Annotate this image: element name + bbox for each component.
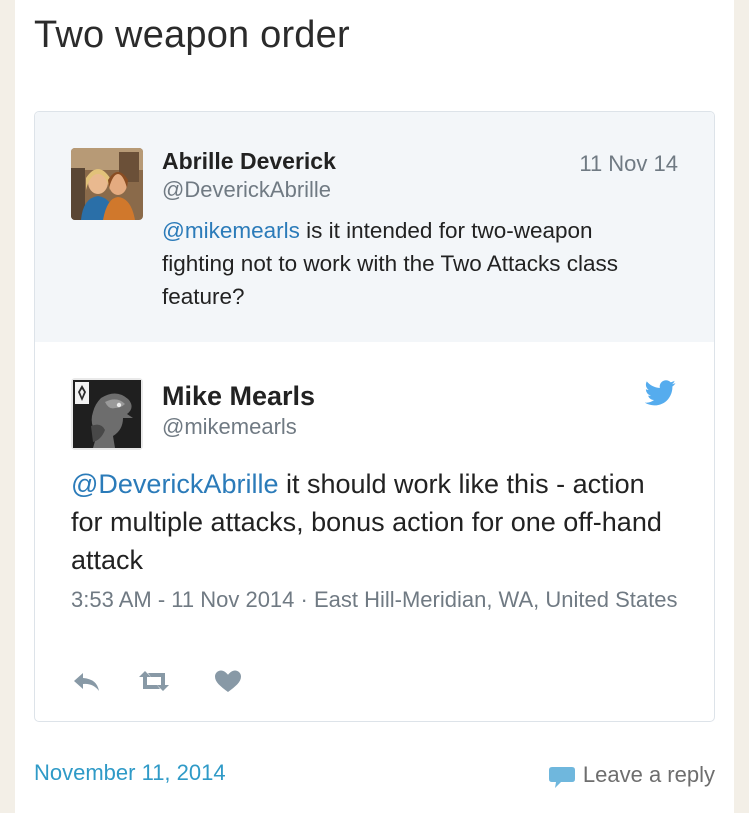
twitter-bird-icon[interactable] — [645, 380, 676, 406]
abrille-avatar[interactable] — [71, 148, 143, 220]
retweet-icon[interactable] — [137, 667, 171, 695]
quoted-author-handle[interactable]: @DeverickAbrille — [162, 177, 331, 203]
mike-mearls-avatar[interactable] — [71, 378, 143, 450]
quoted-tweet-date[interactable]: 11 Nov 14 — [579, 151, 678, 177]
tweet-embed[interactable]: Abrille Deverick @DeverickAbrille 11 Nov… — [34, 111, 715, 722]
leave-reply-link[interactable]: Leave a reply — [548, 760, 715, 790]
quoted-author-name[interactable]: Abrille Deverick — [162, 148, 336, 175]
mention-link[interactable]: @DeverickAbrille — [71, 469, 278, 499]
tweet-text: @DeverickAbrille it should work like thi… — [71, 465, 681, 579]
post-title: Two weapon order — [34, 14, 350, 56]
tweet-author-name[interactable]: Mike Mearls — [162, 381, 315, 412]
tweet-author-handle[interactable]: @mikemearls — [162, 414, 297, 440]
quoted-tweet-text: @mikemearls is it intended for two-weapo… — [162, 214, 662, 313]
comment-bubble-icon — [548, 767, 575, 788]
mention-link[interactable]: @mikemearls — [162, 218, 300, 243]
leave-reply-label[interactable]: Leave a reply — [583, 762, 715, 788]
tweet-timestamp-location[interactable]: 3:53 AM - 11 Nov 2014 · East Hill-Meridi… — [71, 584, 681, 616]
like-icon[interactable] — [211, 667, 245, 695]
post-container: Two weapon order Abrille Deverick @Dever… — [15, 0, 734, 813]
reply-icon[interactable] — [71, 667, 105, 695]
quoted-tweet[interactable]: Abrille Deverick @DeverickAbrille 11 Nov… — [35, 112, 714, 342]
post-date-link[interactable]: November 11, 2014 — [34, 760, 226, 786]
